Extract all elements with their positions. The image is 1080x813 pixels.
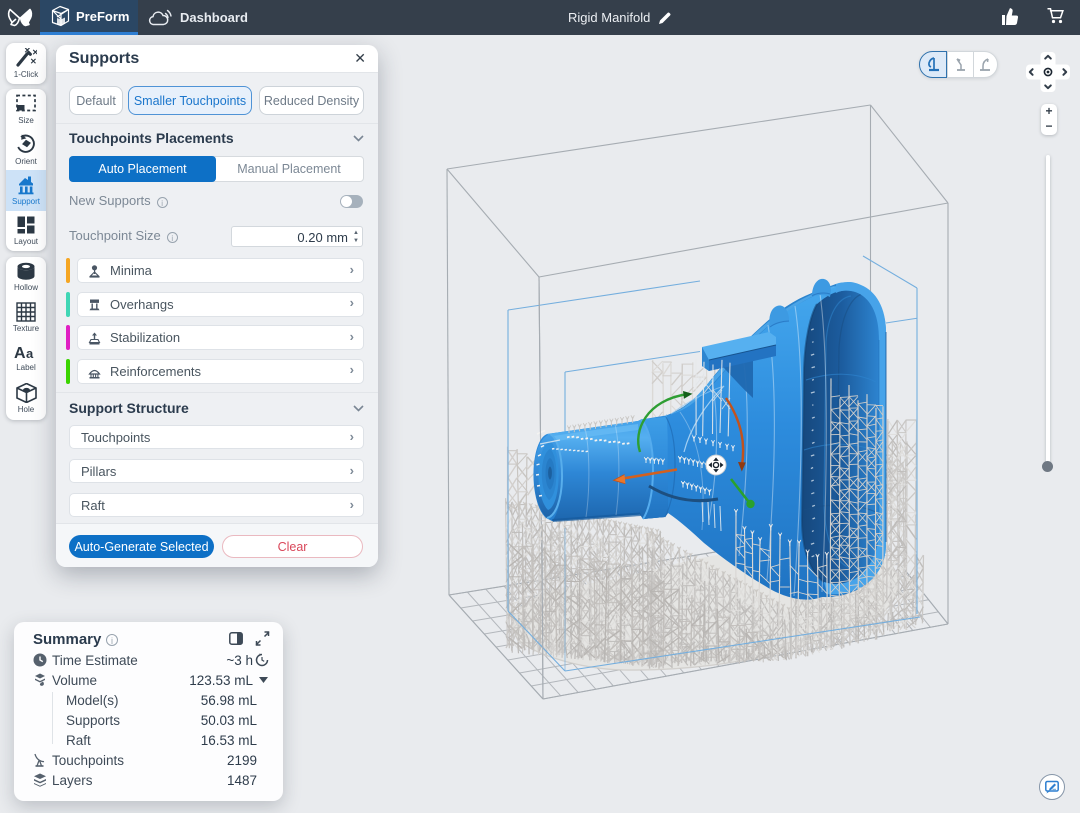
svg-text:✕: ✕: [24, 48, 31, 55]
svg-text:a: a: [26, 346, 34, 361]
svg-text:✕: ✕: [30, 57, 37, 66]
svg-text:A: A: [14, 345, 26, 361]
svg-text:✕: ✕: [32, 48, 37, 57]
